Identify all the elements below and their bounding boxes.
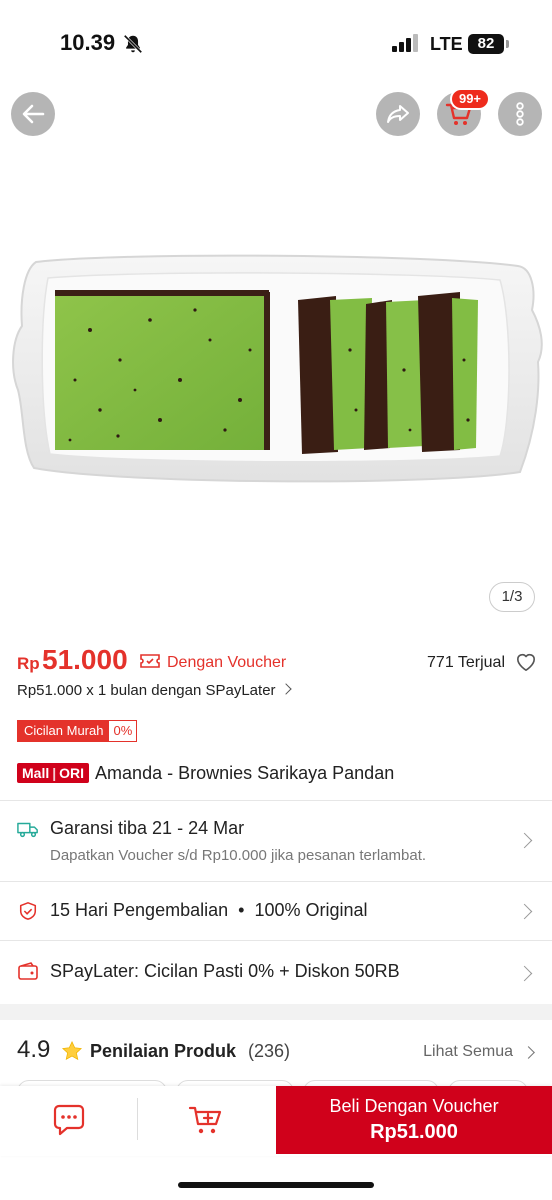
paylater-installment-text: Rp51.000 x 1 bulan dengan SPayLater [17,682,276,699]
return-policy-text: 15 Hari Pengembalian [50,900,229,920]
bottom-action-bar: Beli Dengan Voucher Rp51.000 [0,1086,552,1156]
rating-label: Penilaian Produk [90,1041,237,1061]
price-currency: Rp [17,654,40,673]
shipping-title: Garansi tiba 21 - 24 Mar [50,818,245,838]
network-label: LTE [430,34,463,54]
status-bar: 10.39 LTE 82 [0,0,552,88]
voucher-icon [140,654,160,668]
wallet-icon [18,962,38,980]
rating-row: 4.9 Penilaian Produk (236) Lihat Semua [17,1036,537,1068]
rating-count: (236) [248,1041,291,1061]
add-to-cart-button[interactable] [138,1086,276,1156]
shipping-subtitle: Dapatkan Voucher s/d Rp10.000 jika pesan… [50,847,427,864]
product-title: Amanda - Brownies Sarikaya Pandan [95,762,395,783]
price-value: 51.000 [42,644,128,675]
spaylater-row[interactable]: SPayLater: Cicilan Pasti 0% + Diskon 50R… [0,941,552,1003]
shield-check-icon [19,902,37,920]
mall-ori-badge: Mall | ORI [17,763,90,783]
chat-button[interactable] [0,1086,138,1156]
share-icon [387,105,409,123]
chevron-right-icon [279,683,292,695]
back-button[interactable] [11,92,55,136]
rating-score: 4.9 [17,1036,51,1063]
spaylater-text: SPayLater: Cicilan Pasti 0% + Diskon 50R… [50,961,400,981]
cicilan-tag: Cicilan Murah 0% [17,720,138,742]
more-vertical-icon [516,102,524,126]
add-to-cart-icon [188,1106,222,1134]
return-original-row[interactable]: 15 Hari Pengembalian • 100% Original [0,882,552,940]
buy-with-voucher-button[interactable]: Beli Dengan Voucher Rp51.000 [276,1086,552,1154]
more-options-button[interactable] [498,92,542,136]
arrow-left-icon [22,104,45,124]
truck-icon [17,822,38,838]
shipping-guarantee-row[interactable]: Garansi tiba 21 - 24 Mar Dapatkan Vouche… [0,801,552,881]
ori-badge-label: ORI [59,765,85,781]
paylater-installment-link[interactable]: Rp51.000 x 1 bulan dengan SPayLater [17,682,292,699]
status-time: 10.39 [60,30,116,55]
share-button[interactable] [376,92,420,136]
home-indicator[interactable] [178,1182,374,1188]
signal-icon [392,34,418,52]
buy-button-label: Beli Dengan Voucher [329,1096,499,1116]
cart-count-badge: 99+ [450,88,490,110]
chevron-right-icon [516,903,533,920]
bell-muted-icon [123,34,143,54]
dot-separator: • [238,900,245,920]
section-separator [0,1004,552,1020]
see-all-reviews-link[interactable]: Lihat Semua [423,1043,513,1061]
product-title-row: Mall | ORI Amanda - Brownies Sarikaya Pand… [17,760,394,786]
buy-button-price: Rp51.000 [370,1121,458,1143]
chevron-right-icon [522,1046,535,1059]
original-guarantee-text: 100% Original [254,900,368,920]
heart-icon[interactable] [515,652,537,672]
cicilan-percent: 0% [113,723,133,738]
star-icon [61,1040,83,1061]
sold-count: 771 Terjual [427,654,505,671]
chevron-right-icon [516,965,533,982]
cicilan-label: Cicilan Murah [18,721,110,741]
mall-badge-label: Mall [22,765,50,781]
voucher-label[interactable]: Dengan Voucher [167,654,286,672]
chevron-right-icon [516,832,533,849]
chat-icon [53,1104,85,1136]
price-row: Rp 51.000 Dengan Voucher 771 Terjual [17,644,537,678]
product-image[interactable] [0,150,552,620]
battery-indicator: 82 [468,34,509,54]
image-counter: 1/3 [489,582,535,612]
